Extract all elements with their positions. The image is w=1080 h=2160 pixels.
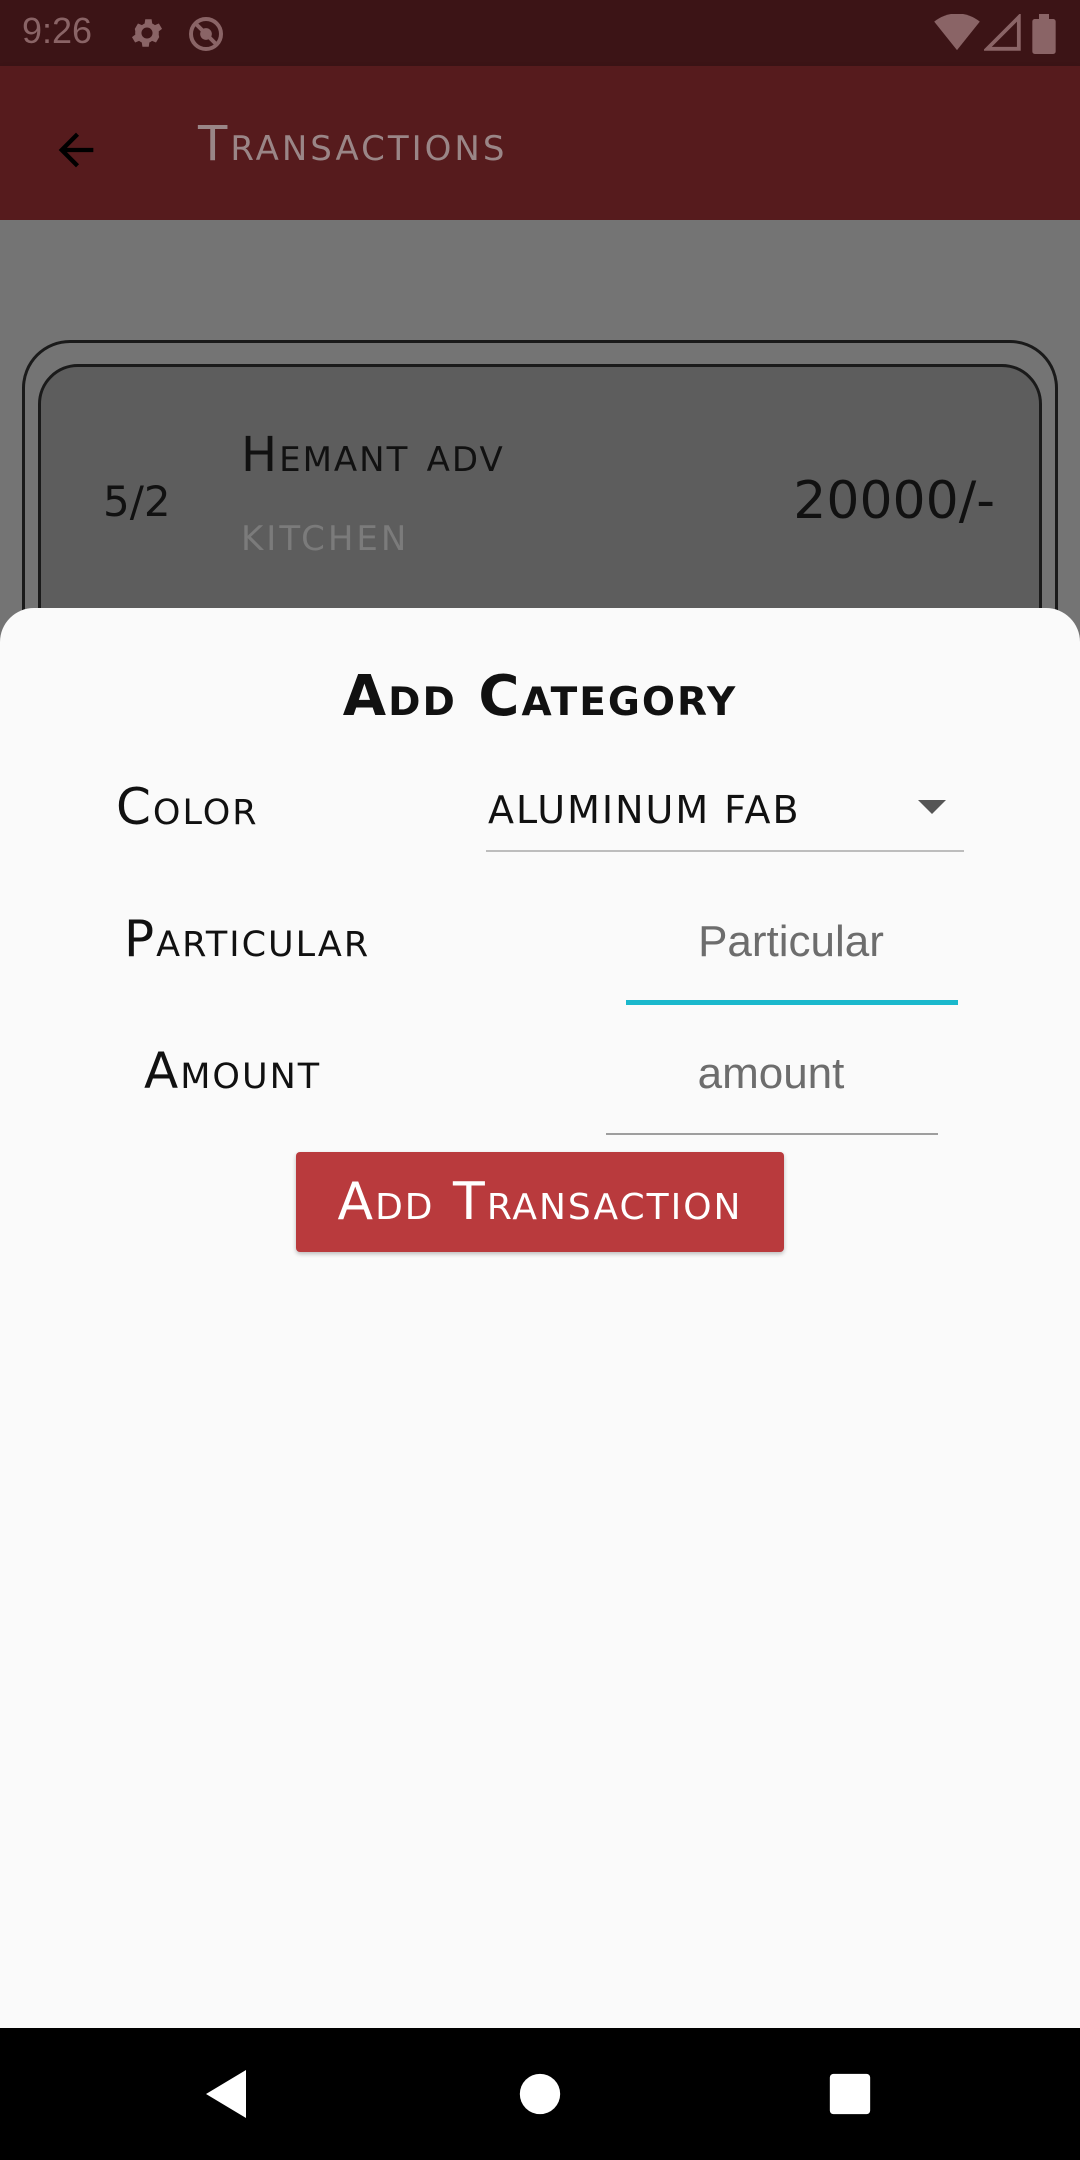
particular-label: Particular — [124, 910, 371, 968]
app-bar: Transactions — [0, 66, 1080, 220]
transaction-date: 5/2 — [103, 477, 171, 526]
system-nav-bar — [0, 2028, 1080, 2160]
page-title: Transactions — [198, 116, 508, 172]
add-transaction-button[interactable]: Add Transaction — [296, 1152, 784, 1252]
home-circle-icon — [519, 2073, 561, 2115]
status-time: 9:26 — [22, 10, 93, 51]
status-bar: 9:26 — [0, 0, 1080, 66]
particular-focus-line — [626, 1000, 958, 1005]
nav-recents-button[interactable] — [818, 2062, 882, 2126]
wifi-icon — [934, 14, 980, 51]
recents-square-icon — [829, 2073, 871, 2115]
amount-underline — [606, 1133, 938, 1135]
back-triangle-icon — [206, 2070, 246, 2118]
transaction-category: KITCHEN — [241, 519, 410, 559]
amount-input[interactable] — [606, 1034, 936, 1114]
particular-input[interactable] — [626, 902, 956, 982]
color-dropdown[interactable]: ALUMINUM FAB — [486, 776, 964, 852]
arrow-back-icon — [58, 132, 94, 168]
transaction-amount: 20000/- — [793, 471, 995, 531]
nav-back-button[interactable] — [194, 2062, 258, 2126]
do-not-disturb-icon — [189, 17, 223, 51]
add-category-sheet: Add Category Color ALUMINUM FAB Particul… — [0, 608, 1080, 2028]
gear-icon — [131, 19, 163, 47]
color-label: Color — [116, 778, 259, 836]
transaction-list: 5/2 Hemant adv KITCHEN 20000/- — [0, 220, 1080, 664]
amount-label: Amount — [144, 1042, 322, 1100]
nav-home-button[interactable] — [508, 2062, 572, 2126]
battery-icon — [1032, 14, 1056, 54]
signal-icon — [984, 14, 1021, 51]
color-dropdown-value: ALUMINUM FAB — [488, 788, 801, 832]
sheet-title: Add Category — [342, 664, 738, 729]
transaction-name: Hemant adv — [241, 427, 505, 483]
dropdown-arrow-icon — [918, 800, 946, 814]
back-button[interactable] — [36, 110, 116, 190]
